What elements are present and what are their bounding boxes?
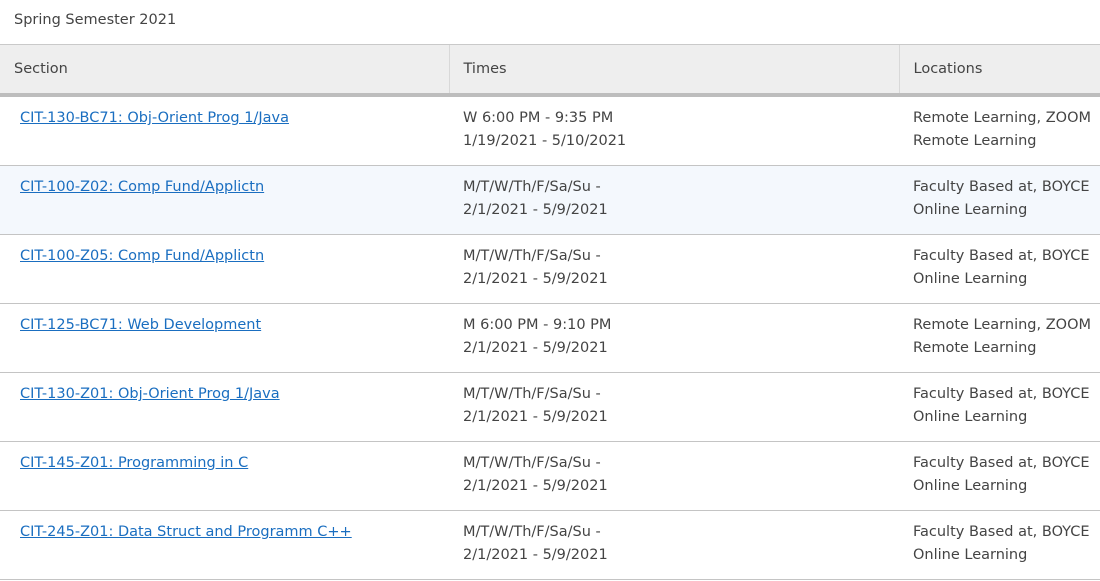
column-header-times[interactable]: Times <box>448 45 899 97</box>
location-primary: Faculty Based at, BOYCE <box>913 179 1090 195</box>
meeting-time: M/T/W/Th/F/Sa/Su - <box>463 248 601 264</box>
section-cell: CIT-245-Z01: Data Struct and Programm C+… <box>0 510 449 580</box>
location-secondary: Remote Learning <box>913 133 1037 149</box>
section-cell: CIT-130-BC71: Obj-Orient Prog 1/Java <box>0 95 449 166</box>
column-header-section[interactable]: Section <box>0 45 449 97</box>
meeting-time: M/T/W/Th/F/Sa/Su - <box>463 455 601 471</box>
section-link[interactable]: CIT-245-Z01: Data Struct and Programm C+… <box>20 524 352 540</box>
date-range: 2/1/2021 - 5/9/2021 <box>463 478 608 494</box>
meeting-time: M/T/W/Th/F/Sa/Su - <box>463 386 601 402</box>
table-row: CIT-100-Z05: Comp Fund/Applictn M/T/W/Th… <box>0 234 1100 304</box>
location-primary: Remote Learning, ZOOM <box>913 110 1091 126</box>
table-row: CIT-100-Z02: Comp Fund/Applictn M/T/W/Th… <box>0 165 1100 235</box>
section-link[interactable]: CIT-125-BC71: Web Development <box>20 317 261 333</box>
section-link[interactable]: CIT-100-Z05: Comp Fund/Applictn <box>20 248 264 264</box>
table-row: CIT-130-Z01: Obj-Orient Prog 1/Java M/T/… <box>0 372 1100 442</box>
location-secondary: Remote Learning <box>913 340 1037 356</box>
section-cell: CIT-125-BC71: Web Development <box>0 303 449 373</box>
meeting-time: M/T/W/Th/F/Sa/Su - <box>463 524 601 540</box>
sections-table: Section Times Locations CIT-130-BC71: Ob… <box>0 45 1100 580</box>
times-cell: W 6:00 PM - 9:35 PM 1/19/2021 - 5/10/2021 <box>449 95 899 166</box>
location-primary: Faculty Based at, BOYCE <box>913 248 1090 264</box>
date-range: 2/1/2021 - 5/9/2021 <box>463 202 608 218</box>
locations-cell: Faculty Based at, BOYCE Online Learning <box>899 234 1100 304</box>
locations-cell: Faculty Based at, BOYCE Online Learning <box>899 372 1100 442</box>
times-cell: M/T/W/Th/F/Sa/Su - 2/1/2021 - 5/9/2021 <box>449 372 899 442</box>
table-header: Section Times Locations <box>0 45 1100 97</box>
locations-cell: Faculty Based at, BOYCE Online Learning <box>899 165 1100 235</box>
date-range: 1/19/2021 - 5/10/2021 <box>463 133 627 149</box>
section-link[interactable]: CIT-145-Z01: Programming in C <box>20 455 248 471</box>
location-primary: Faculty Based at, BOYCE <box>913 455 1090 471</box>
meeting-time: M/T/W/Th/F/Sa/Su - <box>463 179 601 195</box>
locations-cell: Faculty Based at, BOYCE Online Learning <box>899 510 1100 580</box>
section-link[interactable]: CIT-130-BC71: Obj-Orient Prog 1/Java <box>20 110 289 126</box>
locations-cell: Remote Learning, ZOOM Remote Learning <box>899 95 1100 166</box>
location-primary: Faculty Based at, BOYCE <box>913 524 1090 540</box>
location-secondary: Online Learning <box>913 271 1028 287</box>
header-row: Section Times Locations <box>0 45 1100 97</box>
locations-cell: Remote Learning, ZOOM Remote Learning <box>899 303 1100 373</box>
section-link[interactable]: CIT-130-Z01: Obj-Orient Prog 1/Java <box>20 386 280 402</box>
locations-cell: Faculty Based at, BOYCE Online Learning <box>899 441 1100 511</box>
location-secondary: Online Learning <box>913 409 1028 425</box>
times-cell: M 6:00 PM - 9:10 PM 2/1/2021 - 5/9/2021 <box>449 303 899 373</box>
section-cell: CIT-100-Z05: Comp Fund/Applictn <box>0 234 449 304</box>
table-row: CIT-245-Z01: Data Struct and Programm C+… <box>0 510 1100 580</box>
term-heading: Spring Semester 2021 <box>0 0 1100 45</box>
meeting-time: M 6:00 PM - 9:10 PM <box>463 317 612 333</box>
date-range: 2/1/2021 - 5/9/2021 <box>463 547 608 563</box>
times-cell: M/T/W/Th/F/Sa/Su - 2/1/2021 - 5/9/2021 <box>449 165 899 235</box>
date-range: 2/1/2021 - 5/9/2021 <box>463 271 608 287</box>
location-secondary: Online Learning <box>913 202 1028 218</box>
location-secondary: Online Learning <box>913 547 1028 563</box>
section-link[interactable]: CIT-100-Z02: Comp Fund/Applictn <box>20 179 264 195</box>
location-primary: Faculty Based at, BOYCE <box>913 386 1090 402</box>
table-body: CIT-130-BC71: Obj-Orient Prog 1/Java W 6… <box>0 95 1100 580</box>
location-secondary: Online Learning <box>913 478 1028 494</box>
meeting-time: W 6:00 PM - 9:35 PM <box>463 110 614 126</box>
section-cell: CIT-130-Z01: Obj-Orient Prog 1/Java <box>0 372 449 442</box>
column-header-locations[interactable]: Locations <box>898 45 1100 97</box>
location-primary: Remote Learning, ZOOM <box>913 317 1091 333</box>
date-range: 2/1/2021 - 5/9/2021 <box>463 409 608 425</box>
times-cell: M/T/W/Th/F/Sa/Su - 2/1/2021 - 5/9/2021 <box>449 234 899 304</box>
times-cell: M/T/W/Th/F/Sa/Su - 2/1/2021 - 5/9/2021 <box>449 441 899 511</box>
section-cell: CIT-100-Z02: Comp Fund/Applictn <box>0 165 449 235</box>
times-cell: M/T/W/Th/F/Sa/Su - 2/1/2021 - 5/9/2021 <box>449 510 899 580</box>
table-row: CIT-130-BC71: Obj-Orient Prog 1/Java W 6… <box>0 95 1100 166</box>
date-range: 2/1/2021 - 5/9/2021 <box>463 340 608 356</box>
table-row: CIT-145-Z01: Programming in C M/T/W/Th/F… <box>0 441 1100 511</box>
table-row: CIT-125-BC71: Web Development M 6:00 PM … <box>0 303 1100 373</box>
section-cell: CIT-145-Z01: Programming in C <box>0 441 449 511</box>
